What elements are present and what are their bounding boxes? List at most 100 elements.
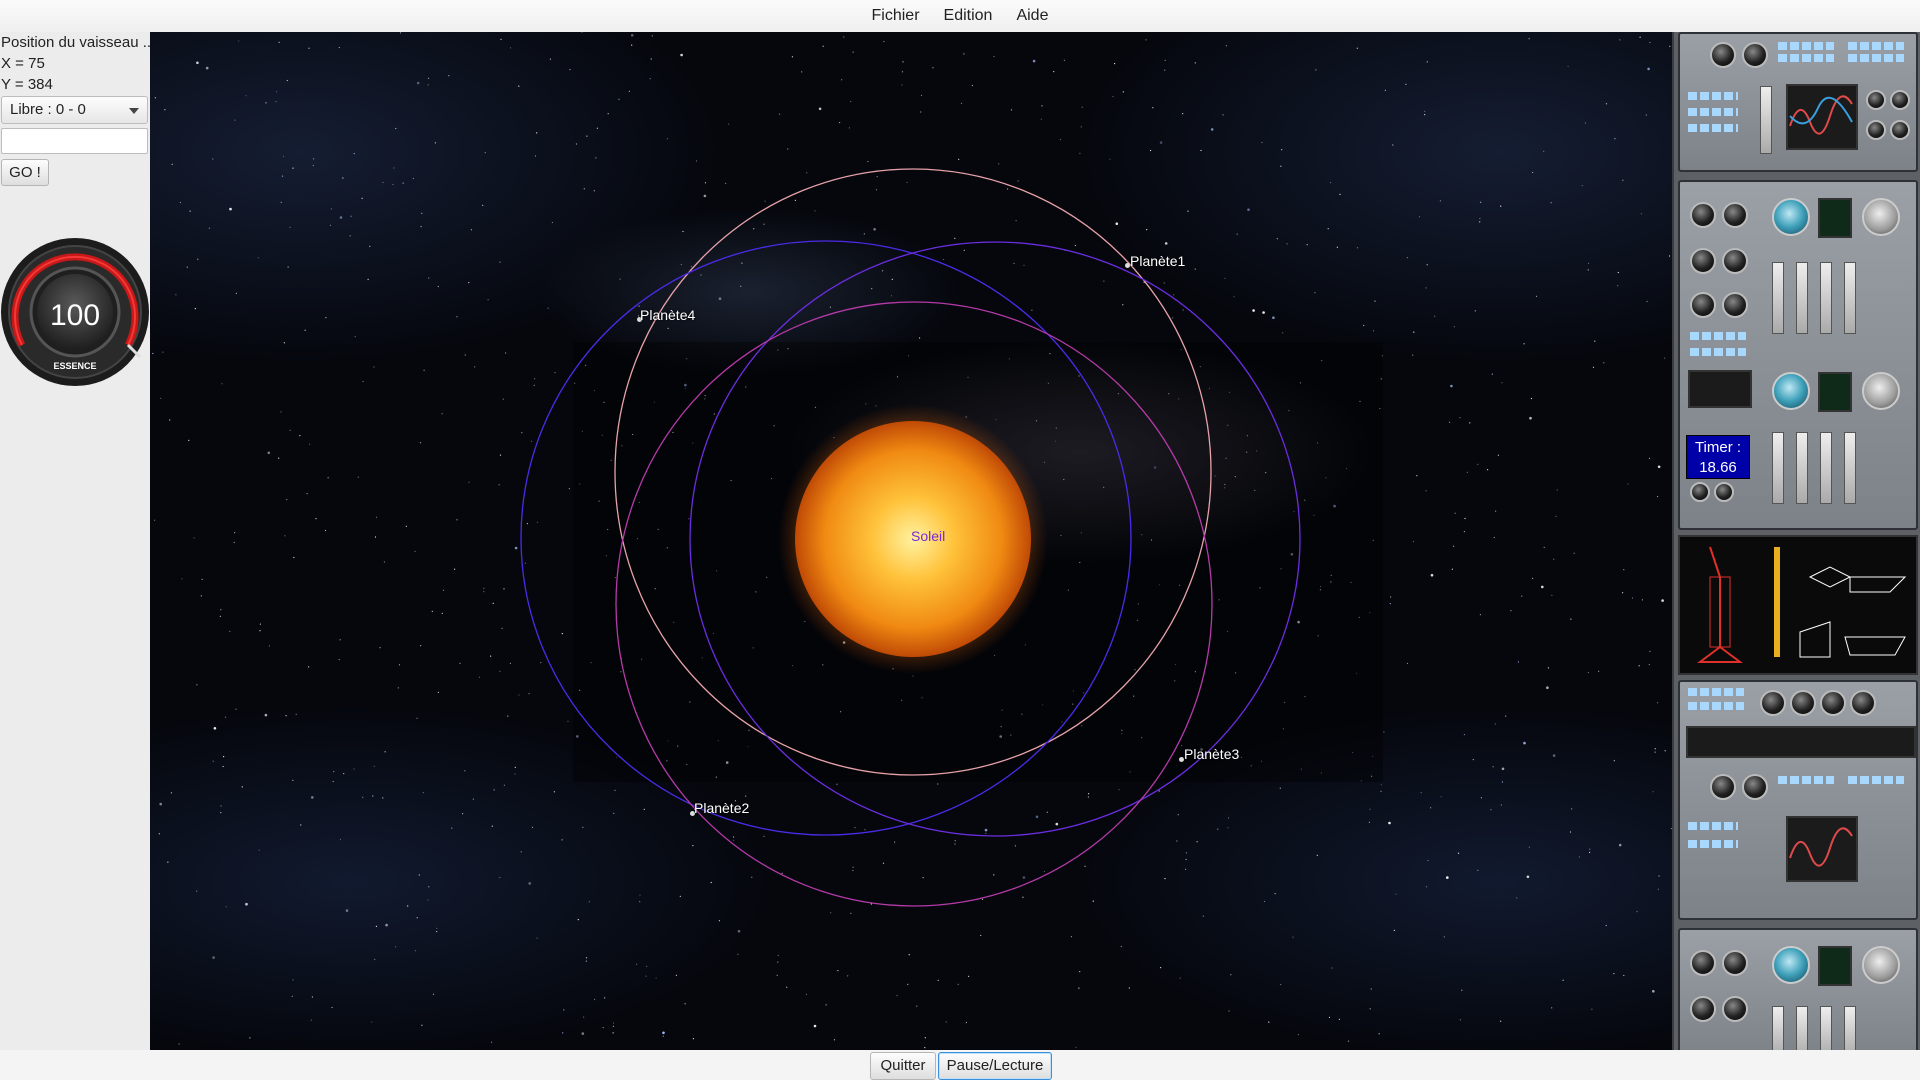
timer-display: Timer : 18.66 — [1686, 435, 1750, 479]
button-row — [1848, 776, 1904, 784]
knob-icon — [1690, 996, 1716, 1022]
planet2-label: Planète2 — [694, 800, 750, 816]
control-module-lower — [1678, 680, 1918, 920]
knob-icon — [1890, 90, 1910, 110]
slider-icon — [1772, 262, 1784, 334]
knob-icon — [1820, 690, 1846, 716]
mode-select[interactable]: Libre : 0 - 0 — [1, 96, 148, 124]
slider-icon — [1820, 262, 1832, 334]
button-row — [1688, 92, 1738, 100]
waveform-strip — [1686, 726, 1916, 758]
timer-label: Timer : — [1694, 439, 1742, 456]
knob-icon — [1722, 950, 1748, 976]
button-row — [1688, 124, 1738, 132]
button-row — [1778, 42, 1834, 50]
button-row — [1688, 840, 1738, 848]
knob-icon — [1890, 120, 1910, 140]
gauge-dial-icon — [1862, 946, 1900, 984]
control-module-bottom — [1678, 928, 1918, 1050]
slider-icon — [1796, 432, 1808, 504]
button-row — [1690, 348, 1746, 356]
gauge-dial-icon — [1772, 198, 1810, 236]
menu-edition[interactable]: Edition — [932, 0, 1005, 32]
knob-icon — [1722, 248, 1748, 274]
mode-select-value: Libre : 0 - 0 — [10, 101, 86, 118]
knob-icon — [1722, 292, 1748, 318]
planet4-label: Planète4 — [640, 307, 696, 323]
space-view[interactable]: Planète1 Planète4 Planète3 Planète2 Sole… — [150, 32, 1672, 1050]
coordinate-input[interactable] — [1, 128, 148, 154]
slider-icon — [1760, 86, 1772, 154]
menu-fichier[interactable]: Fichier — [860, 0, 932, 32]
button-row — [1688, 108, 1738, 116]
slider-icon — [1844, 1006, 1856, 1050]
radar-screen — [1818, 946, 1852, 986]
waveform-icon — [1789, 95, 1853, 135]
knob-icon — [1690, 482, 1710, 502]
slider-icon — [1844, 262, 1856, 334]
x-position: X = 75 — [1, 55, 45, 72]
button-row — [1688, 688, 1744, 696]
slider-icon — [1820, 1006, 1832, 1050]
menu-bar: Fichier Edition Aide — [0, 0, 1920, 33]
knob-icon — [1742, 774, 1768, 800]
bottom-bar: Quitter Pause/Lecture — [0, 1050, 1920, 1080]
left-panel: Position du vaisseau ... X = 75 Y = 384 … — [0, 32, 155, 1050]
button-row — [1778, 54, 1834, 62]
knob-icon — [1742, 42, 1768, 68]
gauge-dial-icon — [1772, 946, 1810, 984]
planet3-label: Planète3 — [1184, 746, 1240, 762]
space-shuttle-icon — [1697, 546, 1907, 663]
knob-icon — [1866, 90, 1886, 110]
control-module-top — [1678, 32, 1918, 172]
slider-icon — [1796, 262, 1808, 334]
fuel-label: ESSENCE — [53, 361, 96, 371]
slider-icon — [1820, 432, 1832, 504]
knob-icon — [1866, 120, 1886, 140]
position-title: Position du vaisseau ... — [1, 34, 156, 51]
knob-icon — [1710, 774, 1736, 800]
knob-icon — [1790, 690, 1816, 716]
button-row — [1778, 776, 1834, 784]
planet1-label: Planète1 — [1130, 253, 1186, 269]
knob-icon — [1690, 292, 1716, 318]
scope-screen — [1786, 84, 1858, 150]
slider-icon — [1844, 432, 1856, 504]
button-row — [1690, 332, 1746, 340]
button-row — [1848, 42, 1904, 50]
control-panel: Timer : 18.66 — [1672, 32, 1920, 1050]
knob-icon — [1722, 996, 1748, 1022]
slider-icon — [1796, 1006, 1808, 1050]
button-row — [1688, 702, 1744, 710]
knob-icon — [1690, 950, 1716, 976]
timer-value: 18.66 — [1699, 459, 1737, 476]
sun-label: Soleil — [911, 528, 946, 544]
quit-button[interactable]: Quitter — [870, 1052, 936, 1080]
fuel-gauge: 100 ESSENCE — [1, 238, 149, 386]
menu-aide[interactable]: Aide — [1004, 0, 1060, 32]
scope-screen — [1786, 816, 1858, 882]
radar-screen — [1818, 198, 1852, 238]
radar-screen — [1818, 372, 1852, 412]
go-button[interactable]: GO ! — [1, 159, 49, 186]
knob-icon — [1690, 202, 1716, 228]
pause-play-button[interactable]: Pause/Lecture — [938, 1052, 1052, 1080]
button-row — [1688, 822, 1738, 830]
gauge-dial-icon — [1862, 372, 1900, 410]
knob-icon — [1714, 482, 1734, 502]
y-position: Y = 384 — [1, 76, 53, 93]
shuttle-schematic — [1678, 535, 1918, 675]
knob-icon — [1722, 202, 1748, 228]
fuel-value: 100 — [50, 299, 100, 332]
spectrum-screen — [1688, 370, 1752, 408]
button-row — [1848, 54, 1904, 62]
slider-icon — [1772, 432, 1784, 504]
waveform-icon — [1789, 827, 1853, 867]
knob-icon — [1760, 690, 1786, 716]
knob-icon — [1690, 248, 1716, 274]
gauge-dial-icon — [1862, 198, 1900, 236]
knob-icon — [1710, 42, 1736, 68]
chevron-down-icon — [129, 108, 139, 114]
slider-icon — [1772, 1006, 1784, 1050]
knob-icon — [1850, 690, 1876, 716]
